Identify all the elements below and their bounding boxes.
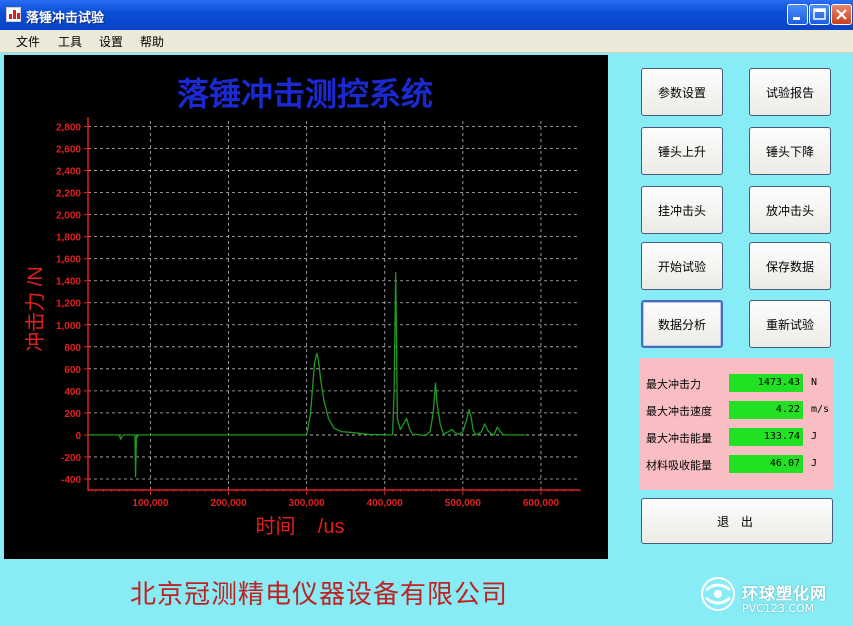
x-tick-label: 300,000 [289, 498, 326, 509]
y-tick-label: 1,800 [56, 233, 81, 244]
menu-settings[interactable]: 设置 [99, 33, 123, 50]
y-tick-label: 2,800 [56, 123, 81, 134]
watermark: 环球塑化网 PVC123.COM [700, 574, 850, 622]
menu-help[interactable]: 帮助 [140, 33, 164, 50]
max-speed-value: 4.22 [729, 401, 803, 419]
maximize-icon [813, 8, 826, 20]
minimize-icon [793, 17, 800, 20]
max-energy-value: 133.74 [729, 428, 803, 446]
watermark-site: PVC123.COM [742, 602, 815, 615]
y-tick-label: 2,600 [56, 145, 81, 156]
title-bar: 落锤冲击试验 [0, 0, 853, 30]
x-tick-label: 600,000 [523, 498, 560, 509]
hammer-up-button[interactable]: 锤头上升 [641, 127, 723, 175]
x-tick-label: 200,000 [210, 498, 247, 509]
close-icon [836, 9, 847, 20]
max-force-value: 1473.43 [729, 374, 803, 392]
absorbed-energy-label: 材料吸收能量 [646, 459, 712, 472]
impact-force-chart: 落锤冲击测控系统 2,800 2,600 2,400 2,200 2,000 1,800 1… [4, 55, 608, 559]
y-axis-label: 冲击力 /N [24, 266, 47, 352]
chart-canvas: 落锤冲击测控系统 2,800 2,600 2,400 2,200 2,000 1,800 1… [24, 75, 581, 538]
x-axis-label: 时间 /us [256, 515, 345, 538]
x-tick-label: 400,000 [367, 498, 404, 509]
chart-heading: 落锤冲击测控系统 [177, 75, 433, 113]
test-report-button[interactable]: 试验报告 [749, 68, 831, 116]
absorbed-energy-value: 46.07 [729, 455, 803, 473]
y-tick-label: 200 [64, 409, 81, 420]
menu-file[interactable]: 文件 [16, 33, 40, 50]
y-tick-label: 1,400 [56, 277, 81, 288]
release-head-button[interactable]: 放冲击头 [749, 186, 831, 234]
max-speed-unit: m/s [811, 404, 830, 415]
minimize-button[interactable] [787, 4, 808, 25]
data-analysis-button[interactable]: 数据分析 [641, 300, 723, 348]
hang-head-button[interactable]: 挂冲击头 [641, 186, 723, 234]
x-tick-label: 500,000 [445, 498, 482, 509]
params-settings-button[interactable]: 参数设置 [641, 68, 723, 116]
x-tick-label: 100,000 [132, 498, 169, 509]
max-force-label: 最大冲击力 [646, 378, 701, 391]
absorbed-energy-unit: J [811, 458, 818, 469]
watermark-name: 环球塑化网 [742, 584, 828, 603]
y-tick-label: 1,200 [56, 299, 81, 310]
max-speed-label: 最大冲击速度 [646, 405, 712, 418]
y-tick-label: -200 [61, 453, 81, 464]
retest-button[interactable]: 重新试验 [749, 300, 831, 348]
y-tick-label: -400 [61, 475, 81, 486]
y-tick-label: 0 [75, 431, 81, 442]
y-tick-label: 2,400 [56, 167, 81, 178]
company-name: 北京冠测精电仪器设备有限公司 [130, 580, 509, 610]
axis-layer [87, 117, 580, 491]
window-title: 落锤冲击试验 [26, 11, 105, 26]
y-tick-label: 800 [64, 343, 81, 354]
watermark-logo-icon [701, 577, 735, 611]
y-tick-label: 2,200 [56, 189, 81, 200]
max-energy-label: 最大冲击能量 [646, 432, 712, 445]
max-energy-unit: J [811, 431, 818, 442]
results-panel: 最大冲击力 1473.43 N 最大冲击速度 4.22 m/s 最大冲击能量 1… [640, 358, 834, 490]
app-icon [6, 7, 21, 22]
exit-button[interactable]: 退 出 [641, 498, 833, 544]
y-tick-label: 2,000 [56, 211, 81, 222]
hammer-down-button[interactable]: 锤头下降 [749, 127, 831, 175]
y-tick-label: 1,000 [56, 321, 81, 332]
menu-tools[interactable]: 工具 [58, 33, 82, 50]
max-force-unit: N [811, 377, 818, 388]
y-tick-label: 600 [64, 365, 81, 376]
y-tick-label: 1,600 [56, 255, 81, 266]
close-button[interactable] [831, 4, 852, 25]
menu-bar: 文件 工具 设置 帮助 [0, 30, 853, 53]
start-test-button[interactable]: 开始试验 [641, 242, 723, 290]
maximize-button[interactable] [809, 4, 830, 25]
y-tick-label: 400 [64, 387, 81, 398]
save-data-button[interactable]: 保存数据 [749, 242, 831, 290]
